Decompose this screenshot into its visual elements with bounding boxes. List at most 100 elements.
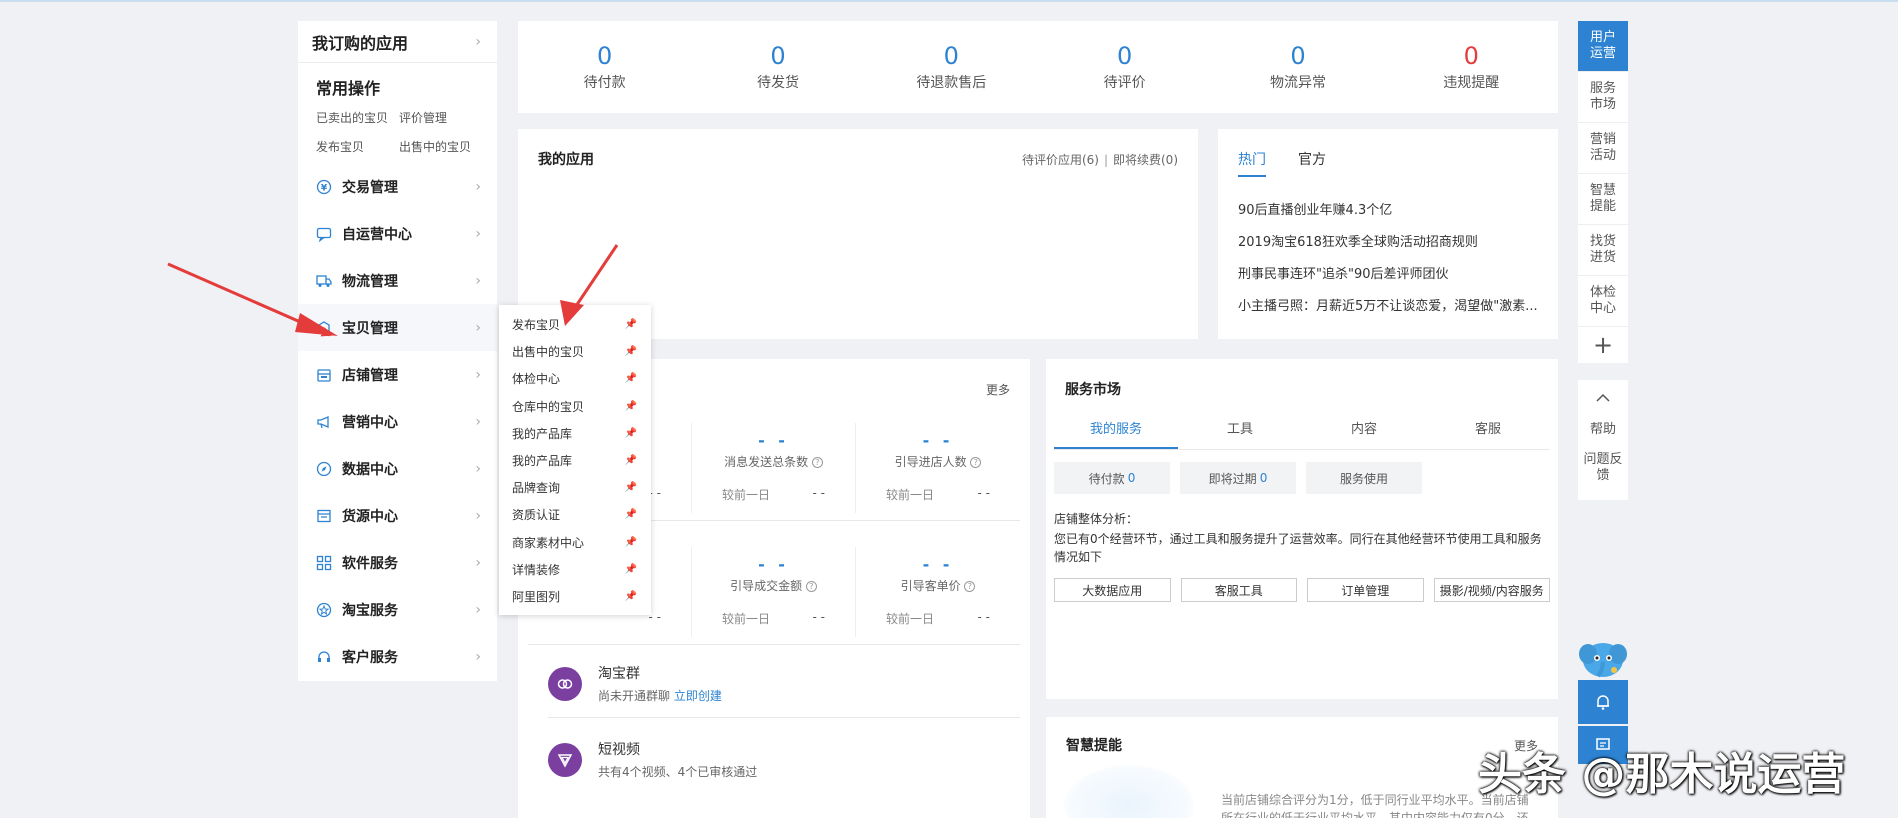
stat-pending-review[interactable]: 0 待评价 [1038, 21, 1211, 113]
tab-official[interactable]: 官方 [1298, 149, 1326, 177]
pin-icon[interactable]: 📌 [625, 373, 637, 384]
menu-item-qualification[interactable]: 资质认证 📌 [499, 501, 651, 528]
tab-content[interactable]: 内容 [1302, 415, 1426, 449]
stat-pending-payment[interactable]: 0 待付款 [518, 21, 691, 113]
my-apps-subscribed[interactable]: 我订购的应用 › [298, 21, 497, 63]
menu-item-label: 出售中的宝贝 [512, 345, 585, 360]
order-management-button[interactable]: 订单管理 [1307, 578, 1424, 602]
news-item[interactable]: 刑事民事连环"追杀"90后差评师团伙 [1238, 259, 1538, 291]
menu-item-material-center[interactable]: 商家素材中心 📌 [499, 529, 651, 556]
taobao-group-entry[interactable]: 淘宝群 尚未开通群聊 立即创建 [548, 663, 722, 704]
rail-user-operation[interactable]: 用户运营 [1578, 21, 1628, 72]
sidebar-item-software[interactable]: 软件服务 › [298, 539, 497, 586]
sidebar-item-data[interactable]: 数据中心 › [298, 445, 497, 492]
divider [548, 717, 1020, 718]
link-sold-items[interactable]: 已卖出的宝贝 [316, 109, 399, 126]
pin-icon[interactable]: 📌 [625, 591, 637, 602]
metric-compare-value: - - [812, 486, 825, 500]
sidebar-item-store[interactable]: 店铺管理 › [298, 351, 497, 398]
metric-label: 消息发送总条数 [724, 455, 809, 469]
menu-item-detail-decoration[interactable]: 详情装修 📌 [499, 556, 651, 583]
pending-review-apps-link[interactable]: 待评价应用(6) [1022, 153, 1099, 167]
more-link[interactable]: 更多 [986, 381, 1010, 398]
menu-item-items-on-sale[interactable]: 出售中的宝贝 📌 [499, 338, 651, 365]
renew-soon-link[interactable]: 即将续费(0) [1113, 153, 1178, 167]
sidebar-item-goods[interactable]: 宝贝管理 › [298, 304, 497, 351]
media-services-button[interactable]: 摄影/视频/内容服务 [1433, 578, 1550, 602]
sidebar-item-taobao-service[interactable]: 淘宝服务 › [298, 586, 497, 633]
tab-tools[interactable]: 工具 [1178, 415, 1302, 449]
menu-item-product-library[interactable]: 我的产品库 📌 [499, 420, 651, 447]
big-data-apps-button[interactable]: 大数据应用 [1054, 578, 1171, 602]
menu-item-brand-query[interactable]: 品牌查询 📌 [499, 474, 651, 501]
link-publish-item[interactable]: 发布宝贝 [316, 138, 399, 155]
pin-icon[interactable]: 📌 [625, 455, 637, 466]
metric-compare-label: 较前一日 [886, 612, 935, 626]
stat-label: 待发货 [756, 75, 799, 91]
rail-smart-empower[interactable]: 智慧提能 [1578, 174, 1628, 225]
help-icon[interactable]: ? [811, 457, 823, 468]
pin-icon[interactable]: 📌 [625, 346, 637, 357]
tab-hot[interactable]: 热门 [1238, 149, 1266, 177]
news-item[interactable]: 90后直播创业年赚4.3个亿 [1238, 195, 1538, 227]
pin-icon[interactable]: 📌 [625, 428, 637, 439]
rail-find-supply[interactable]: 找货进货 [1578, 225, 1628, 276]
notification-bell-button[interactable] [1578, 680, 1628, 724]
sidebar-item-customer-service[interactable]: 客户服务 › [298, 633, 497, 680]
chevron-right-icon: › [475, 225, 481, 242]
menu-item-ali-gallery[interactable]: 阿里图列 📌 [499, 583, 651, 610]
help-link[interactable]: 帮助 [1590, 422, 1616, 438]
feedback-link[interactable]: 问题反馈 [1578, 452, 1628, 484]
news-item[interactable]: 2019淘宝618狂欢季全球购活动招商规则 [1238, 227, 1538, 259]
compass-icon [316, 461, 332, 477]
tab-customer-service[interactable]: 客服 [1426, 415, 1550, 449]
short-video-entry[interactable]: 短视频 共有4个视频、4个已审核通过 [548, 739, 757, 780]
menu-item-publish-item[interactable]: 发布宝贝 📌 [499, 311, 651, 338]
pin-icon[interactable]: 📌 [625, 319, 637, 330]
chevron-right-icon: › [475, 648, 481, 665]
pin-icon[interactable]: 📌 [625, 537, 637, 548]
smart-title: 智慧提能 [1066, 738, 1122, 754]
service-usage-button[interactable]: 服务使用 [1306, 462, 1422, 494]
sidebar-item-transaction[interactable]: ¥ 交易管理 › [298, 163, 497, 210]
pending-payment-button[interactable]: 待付款 0 [1054, 462, 1170, 494]
chat-icon [316, 226, 332, 242]
sidebar-item-marketing[interactable]: 营销中心 › [298, 398, 497, 445]
stat-logistics-exception[interactable]: 0 物流异常 [1211, 21, 1384, 113]
sidebar-item-logistics[interactable]: 物流管理 › [298, 257, 497, 304]
metric-compare-label: 较前一日 [886, 488, 935, 502]
menu-item-health-check[interactable]: 体检中心 📌 [499, 365, 651, 392]
help-icon[interactable]: ? [970, 457, 982, 468]
button-label: 即将过期 [1208, 471, 1257, 486]
news-item[interactable]: 小主播弓照：月薪近5万不让谈恋爱，渴望做"激素... [1238, 291, 1538, 323]
pin-icon[interactable]: 📌 [625, 509, 637, 520]
stat-violation-alert[interactable]: 0 违规提醒 [1385, 21, 1558, 113]
svg-text:¥: ¥ [321, 183, 328, 193]
rail-service-market[interactable]: 服务市场 [1578, 72, 1628, 123]
link-review-management[interactable]: 评价管理 [399, 109, 489, 126]
cs-tools-button[interactable]: 客服工具 [1180, 578, 1297, 602]
stat-pending-refund[interactable]: 0 待退款售后 [865, 21, 1038, 113]
feature-title: 淘宝群 [598, 666, 640, 682]
mascot-icon[interactable] [1578, 636, 1628, 680]
rail-health-check[interactable]: 体检中心 [1578, 276, 1628, 327]
stat-label: 物流异常 [1269, 75, 1326, 91]
create-group-link[interactable]: 立即创建 [674, 689, 722, 703]
help-icon[interactable]: ? [964, 581, 976, 592]
menu-item-warehouse-items[interactable]: 仓库中的宝贝 📌 [499, 393, 651, 420]
sidebar-item-self-operation[interactable]: 自运营中心 › [298, 210, 497, 257]
expiring-soon-button[interactable]: 即将过期 0 [1180, 462, 1296, 494]
help-icon[interactable]: ? [805, 581, 817, 592]
sidebar-item-label: 营销中心 [342, 414, 398, 431]
pin-icon[interactable]: 📌 [625, 401, 637, 412]
pin-icon[interactable]: 📌 [625, 482, 637, 493]
menu-item-product-library-2[interactable]: 我的产品库 📌 [499, 447, 651, 474]
sidebar-item-supply[interactable]: 货源中心 › [298, 492, 497, 539]
pin-icon[interactable]: 📌 [625, 564, 637, 575]
tab-my-services[interactable]: 我的服务 [1054, 415, 1178, 449]
stat-pending-shipment[interactable]: 0 待发货 [691, 21, 864, 113]
add-icon[interactable]: + [1578, 327, 1628, 363]
scroll-top-icon[interactable] [1595, 380, 1611, 416]
link-items-on-sale[interactable]: 出售中的宝贝 [399, 138, 489, 155]
rail-marketing-activity[interactable]: 营销活动 [1578, 123, 1628, 174]
